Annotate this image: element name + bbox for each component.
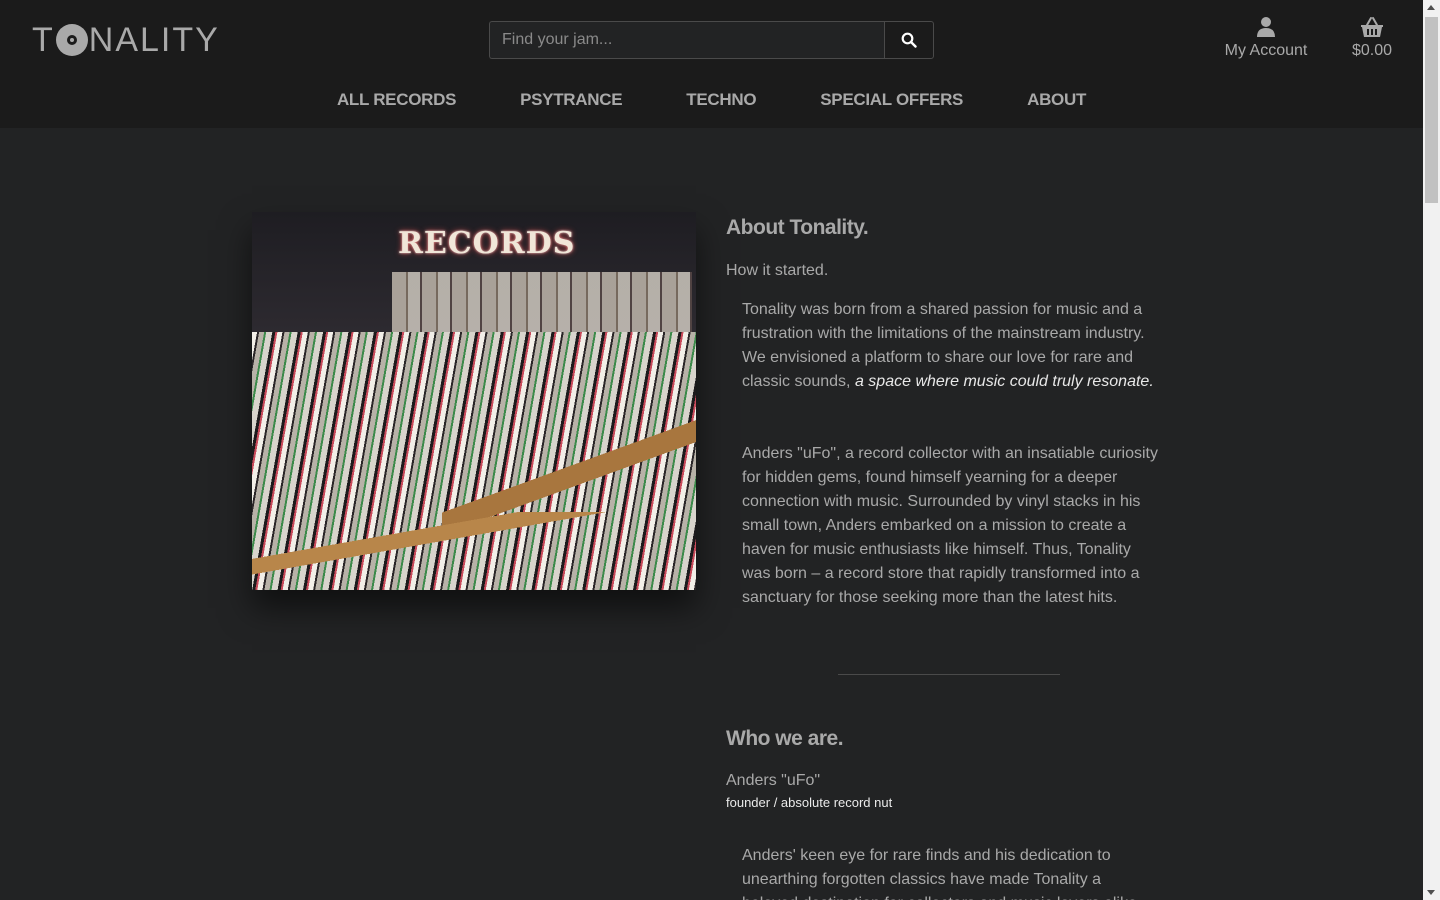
search-button[interactable] [884,21,934,59]
about-heading: About Tonality. [726,216,869,239]
vinyl-disc-icon [55,24,88,56]
nav-special-offers[interactable]: SPECIAL OFFERS [788,90,995,110]
nav-about[interactable]: ABOUT [995,90,1118,110]
search-bar [489,21,934,59]
photo-bin-edge-front [252,512,696,590]
about-paragraph-1-emphasis: a space where music could truly resonate… [854,373,1154,390]
site-logo[interactable]: T NALITY [32,20,220,60]
about-subheading: How it started. [726,262,829,279]
about-paragraph-2: Anders "uFo", a record collector with an… [742,445,1158,606]
photo-shelf [392,272,692,332]
scrollbar-thumb[interactable] [1425,17,1438,203]
scroll-up-arrow-icon[interactable] [1427,5,1435,10]
photo-records-sign: RECORDS [398,226,576,261]
founder-name: Anders "uFo" [726,772,821,789]
main-nav: ALL RECORDS PSYTRANCE TECHNO SPECIAL OFF… [0,90,1423,110]
search-input[interactable] [489,21,884,59]
about-paragraph-1: Tonality was born from a shared passion … [742,298,1158,394]
my-account-link[interactable]: My Account [1224,16,1308,60]
nav-all-records[interactable]: ALL RECORDS [305,90,488,110]
user-icon [1257,17,1275,37]
page-scrollbar[interactable] [1423,0,1440,900]
logo-text-end: NALITY [88,20,220,59]
scroll-down-arrow-icon[interactable] [1427,890,1435,895]
who-heading: Who we are. [726,727,844,750]
cart-link[interactable]: $0.00 [1348,16,1396,60]
basket-icon [1361,17,1383,37]
nav-psytrance[interactable]: PSYTRANCE [488,90,654,110]
search-icon [901,32,917,48]
site-header: T NALITY My Account $0.00 ALL RECOR [0,0,1423,128]
my-account-label: My Account [1224,42,1308,59]
section-divider [838,674,1060,675]
cart-total: $0.00 [1351,42,1393,59]
nav-techno[interactable]: TECHNO [654,90,788,110]
founder-role: founder / absolute record nut [726,795,893,810]
record-store-photo: RECORDS [252,212,696,590]
founder-paragraph: Anders' keen eye for rare finds and his … [742,847,1141,900]
logo-text-start: T [32,20,55,59]
